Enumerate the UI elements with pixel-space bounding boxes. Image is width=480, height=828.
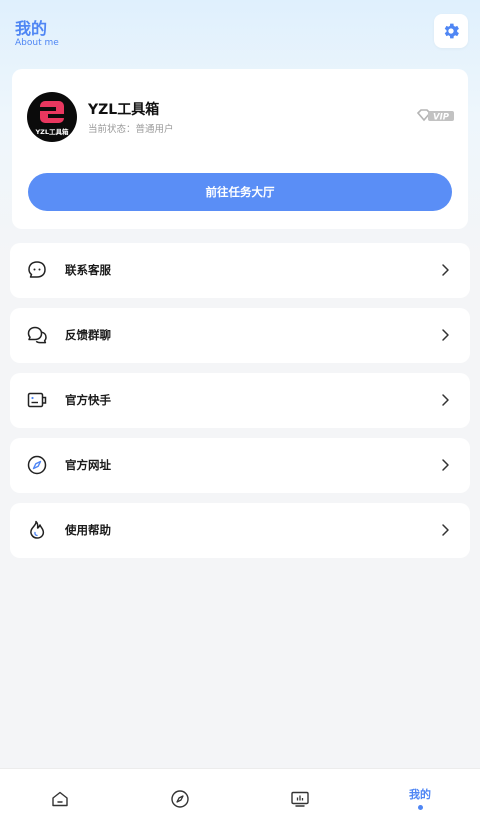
profile-card: YZL工具箱 YZL工具箱 当前状态：普通用户 VIP 前往任务大厅 — [12, 69, 468, 229]
menu-item-label: 反馈群聊 — [65, 328, 111, 342]
status-label: 当前状态： — [88, 124, 136, 135]
chevron-right-icon — [442, 394, 449, 406]
active-tab-indicator — [418, 805, 423, 810]
page-subtitle: About me — [15, 38, 59, 48]
home-icon — [52, 791, 68, 807]
menu-item-official-kuaishou[interactable]: 官方快手 — [10, 373, 470, 428]
user-status: 当前状态：普通用户 — [88, 121, 174, 135]
tab-me[interactable]: 我的 — [360, 769, 480, 828]
tab-me-label: 我的 — [409, 788, 431, 801]
page-title: 我的 — [15, 19, 48, 38]
group-chat-icon — [27, 326, 47, 344]
vip-badge-label: VIP — [433, 112, 450, 122]
tab-discover[interactable] — [120, 769, 240, 828]
menu-item-feedback-group[interactable]: 反馈群聊 — [10, 308, 470, 363]
task-hall-button[interactable]: 前往任务大厅 — [28, 173, 452, 211]
settings-button[interactable] — [434, 14, 468, 48]
menu-item-official-website[interactable]: 官方网址 — [10, 438, 470, 493]
page-header: 我的 About me — [0, 0, 480, 62]
menu-item-label: 联系客服 — [65, 263, 111, 277]
avatar-label: YZL工具箱 — [35, 128, 69, 136]
chevron-right-icon — [442, 329, 449, 341]
chat-bubble-icon — [28, 261, 46, 278]
menu-item-label: 官方快手 — [65, 393, 111, 407]
gear-icon — [444, 23, 459, 39]
menu-item-label: 使用帮助 — [65, 523, 111, 537]
chevron-right-icon — [442, 459, 449, 471]
chevron-right-icon — [442, 264, 449, 276]
vip-badge-icon: VIP — [416, 109, 454, 122]
compass-icon — [27, 455, 47, 475]
tab-home[interactable] — [0, 769, 120, 828]
menu-item-contact-support[interactable]: 联系客服 — [10, 243, 470, 298]
avatar[interactable]: YZL工具箱 — [27, 92, 77, 142]
flame-icon — [30, 520, 45, 539]
menu-item-label: 官方网址 — [65, 458, 111, 472]
menu-item-help[interactable]: 使用帮助 — [10, 503, 470, 558]
status-value: 普通用户 — [135, 124, 174, 135]
bottom-tab-bar: 我的 — [0, 768, 480, 828]
chevron-right-icon — [442, 524, 449, 536]
card-icon — [27, 392, 47, 408]
monitor-chart-icon — [291, 791, 309, 807]
compass-icon — [171, 790, 189, 808]
tab-monitor[interactable] — [240, 769, 360, 828]
username: YZL工具箱 — [88, 102, 160, 118]
